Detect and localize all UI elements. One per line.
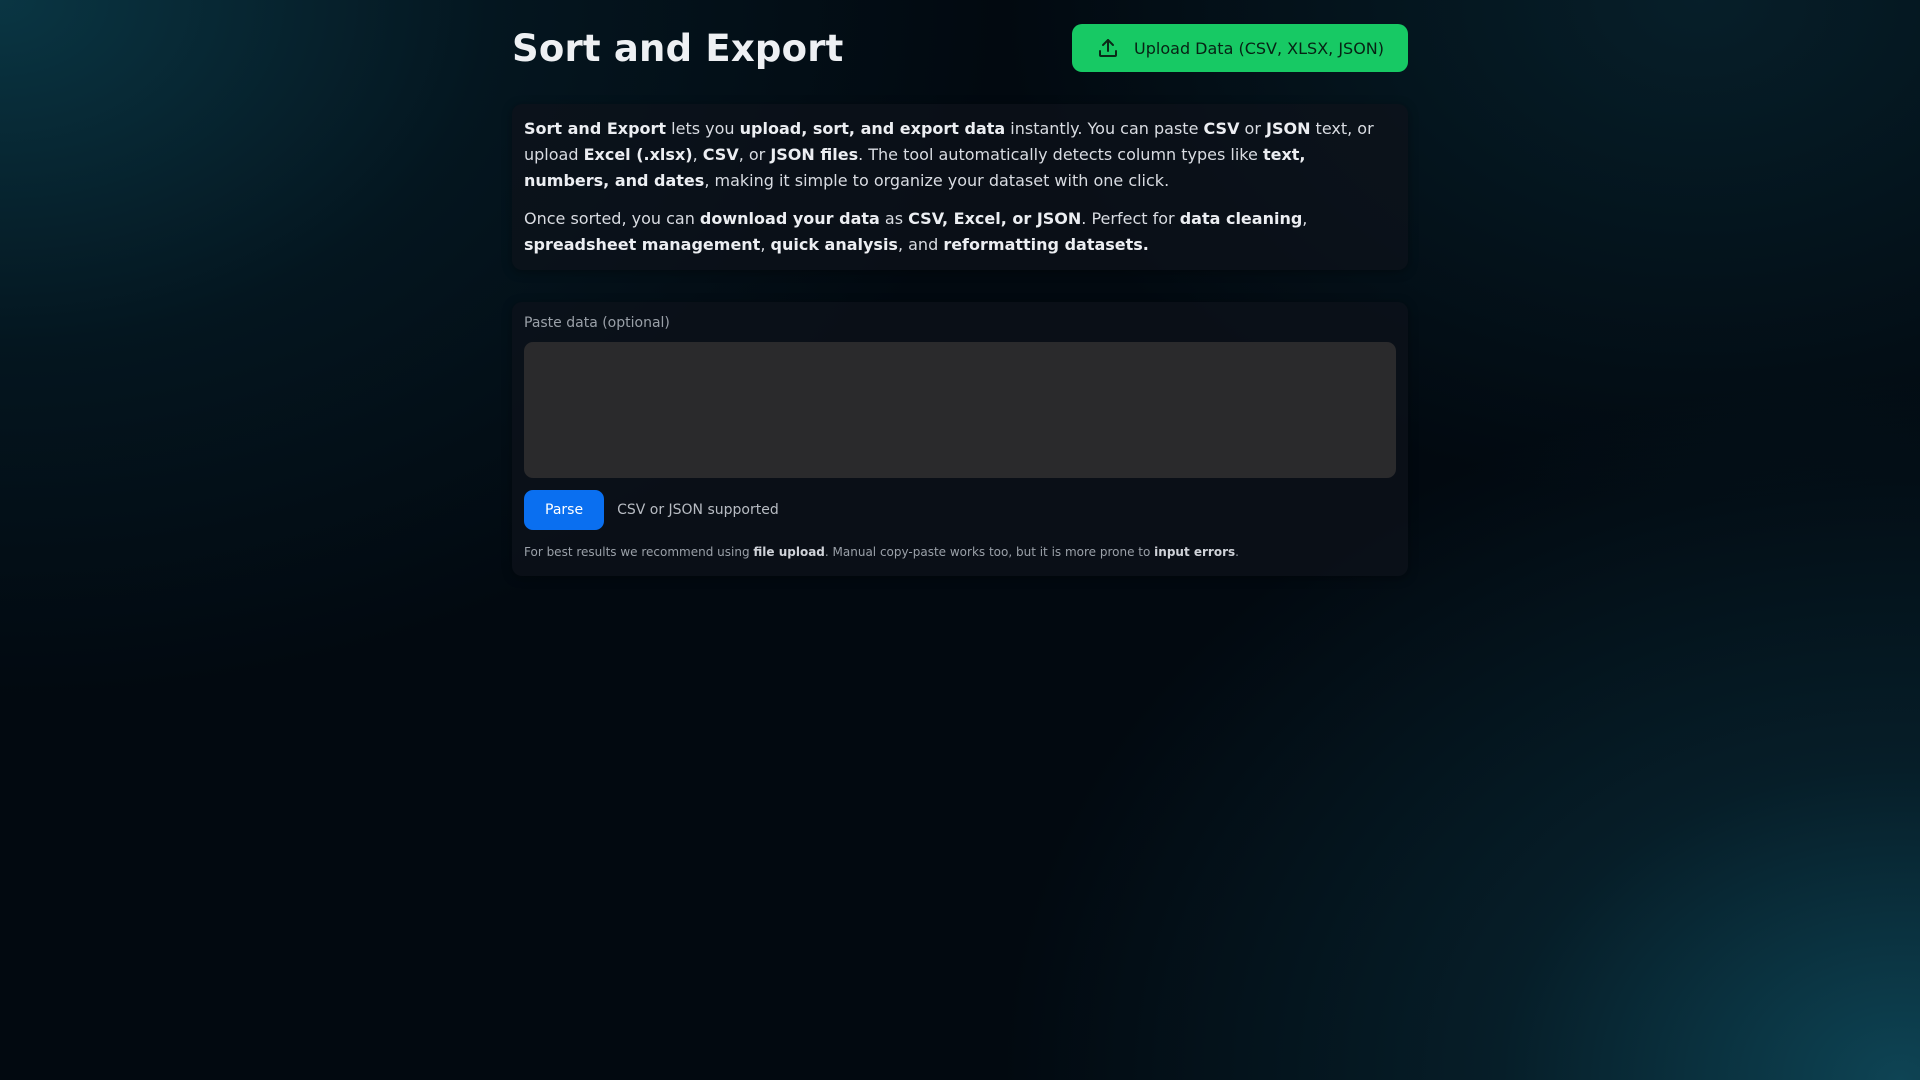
intro-card: Sort and Export lets you upload, sort, a… <box>512 104 1408 270</box>
paste-footnote: For best results we recommend using file… <box>524 545 1239 559</box>
paste-card: Paste data (optional) Parse CSV or JSON … <box>512 302 1408 576</box>
page-container: Sort and Export Upload Data (CSV, XLSX, … <box>512 0 1408 576</box>
upload-button-label: Upload Data (CSV, XLSX, JSON) <box>1134 38 1384 58</box>
page-title: Sort and Export <box>512 26 844 70</box>
intro-paragraph-2: Once sorted, you can download your data … <box>524 209 1308 254</box>
paste-label: Paste data (optional) <box>524 315 670 331</box>
parse-button[interactable]: Parse <box>524 490 605 530</box>
paste-data-textarea[interactable] <box>524 342 1396 478</box>
intro-paragraph-1: Sort and Export lets you upload, sort, a… <box>524 119 1374 190</box>
upload-icon <box>1096 36 1120 60</box>
parse-row: Parse CSV or JSON supported <box>524 490 1396 530</box>
parse-hint: CSV or JSON supported <box>617 502 779 518</box>
upload-data-button[interactable]: Upload Data (CSV, XLSX, JSON) <box>1072 24 1408 72</box>
page-header: Sort and Export Upload Data (CSV, XLSX, … <box>512 0 1408 96</box>
